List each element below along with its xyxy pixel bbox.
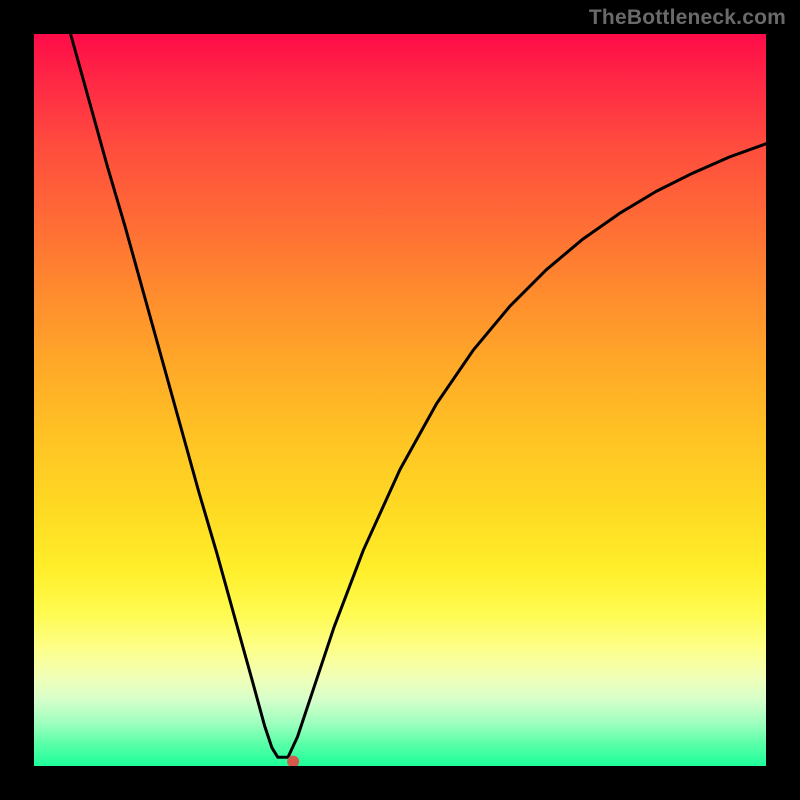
- chart-container: TheBottleneck.com: [0, 0, 800, 800]
- watermark-text: TheBottleneck.com: [589, 6, 786, 30]
- bottleneck-curve: [71, 34, 766, 757]
- curve-layer: [34, 34, 766, 766]
